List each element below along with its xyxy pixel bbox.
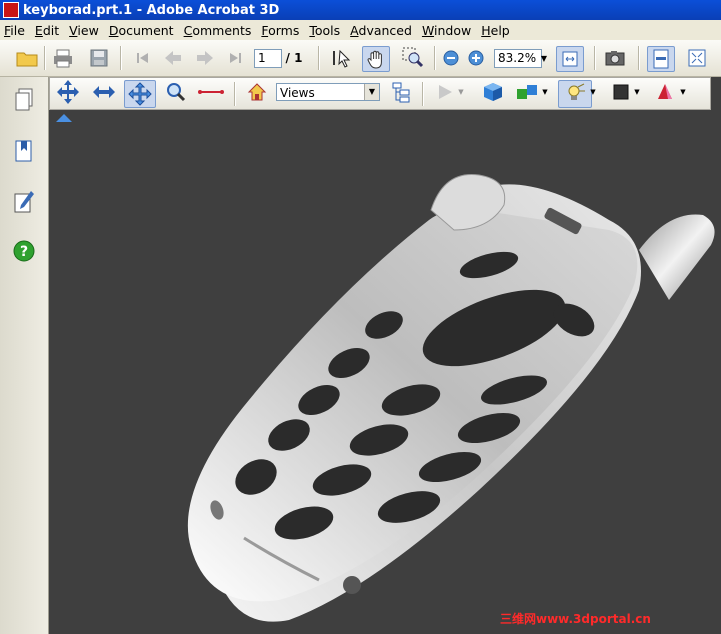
play-dropdown-arrow-icon[interactable]: ▼ [456,80,466,104]
menu-document[interactable]: Document [105,23,178,38]
menu-forms[interactable]: Forms [257,23,303,38]
page-total-label: / 1 [285,51,303,65]
cross-section-dropdown-arrow-icon[interactable]: ▼ [678,80,688,104]
select-text-icon[interactable] [328,46,354,70]
page-number-input[interactable]: 1 [254,49,282,68]
zoom-in-icon[interactable] [466,46,486,70]
3d-toolbar: ▼ ▼ ▼ ▼ ▼ [49,77,711,110]
zoom-out-icon[interactable] [441,46,461,70]
toolbar-separator [234,82,236,106]
fit-width-icon[interactable] [556,46,584,72]
views-dropdown-arrow-icon[interactable]: ▼ [364,84,379,100]
spin-icon[interactable] [90,80,118,104]
last-page-icon[interactable] [222,46,248,70]
snapshot-camera-icon[interactable] [602,46,628,70]
zoom-tool-icon[interactable] [400,46,426,70]
navigation-sidebar: ? [0,77,49,634]
pages-icon[interactable] [11,87,37,113]
pan-icon[interactable] [124,80,156,108]
open-folder-icon[interactable] [14,46,40,70]
menu-view[interactable]: View [65,23,103,38]
views-dropdown[interactable]: Views ▼ [276,83,380,101]
next-page-icon[interactable] [192,46,218,70]
collapse-toolbar-triangle-icon[interactable] [56,113,72,123]
lighting-dropdown-arrow-icon[interactable]: ▼ [588,80,598,104]
model-tree-icon[interactable] [388,80,414,104]
single-page-view-icon[interactable] [647,46,675,72]
projection-cube-icon[interactable] [480,80,506,104]
first-page-icon[interactable] [130,46,156,70]
3d-zoom-icon[interactable] [162,80,190,104]
menu-edit[interactable]: Edit [31,23,63,38]
title-bar: keyborad.prt.1 - Adobe Acrobat 3D [0,0,721,20]
default-view-home-icon[interactable] [244,80,270,104]
toolbar-separator [638,46,640,70]
menu-file[interactable]: File [0,23,29,38]
main-toolbar: 1 / 1 83.2% ▼ [0,40,721,77]
help-icon[interactable]: ? [11,238,37,264]
acrobat-app-icon [3,2,19,18]
render-mode-dropdown-arrow-icon[interactable]: ▼ [540,80,550,104]
zoom-dropdown-arrow-icon[interactable]: ▼ [538,46,550,70]
lighting-icon[interactable] [558,80,592,108]
menu-bar: File Edit View Document Comments Forms T… [0,20,721,41]
rotate-icon[interactable] [54,80,82,104]
measure-icon[interactable] [196,80,226,104]
signatures-icon[interactable] [11,189,37,215]
render-mode-icon[interactable] [514,80,540,104]
bookmarks-icon[interactable] [11,138,37,164]
toolbar-separator [594,46,596,70]
window-title: keyborad.prt.1 - Adobe Acrobat 3D [23,2,280,18]
zoom-level-input[interactable]: 83.2% [494,49,542,68]
toolbar-separator [120,46,122,70]
menu-advanced[interactable]: Advanced [346,23,416,38]
svg-text:?: ? [20,244,28,260]
menu-help[interactable]: Help [477,23,514,38]
play-animation-icon[interactable] [432,80,458,104]
background-color-icon[interactable] [608,80,634,104]
phone-3d-model[interactable] [49,110,721,634]
full-screen-icon[interactable] [684,46,710,70]
previous-page-icon[interactable] [160,46,186,70]
views-dropdown-label: Views [280,86,315,100]
watermark-text: 三维网www.3dportal.cn [500,612,651,626]
cross-section-icon[interactable] [652,80,678,104]
toolbar-separator [318,46,320,70]
menu-window[interactable]: Window [418,23,475,38]
toolbar-separator [44,46,46,70]
background-dropdown-arrow-icon[interactable]: ▼ [632,80,642,104]
toolbar-separator [434,46,436,70]
hand-tool-icon[interactable] [362,46,390,72]
toolbar-separator [422,82,424,106]
save-icon[interactable] [86,46,112,70]
menu-tools[interactable]: Tools [305,23,344,38]
print-icon[interactable] [50,46,76,70]
menu-comments[interactable]: Comments [180,23,256,38]
